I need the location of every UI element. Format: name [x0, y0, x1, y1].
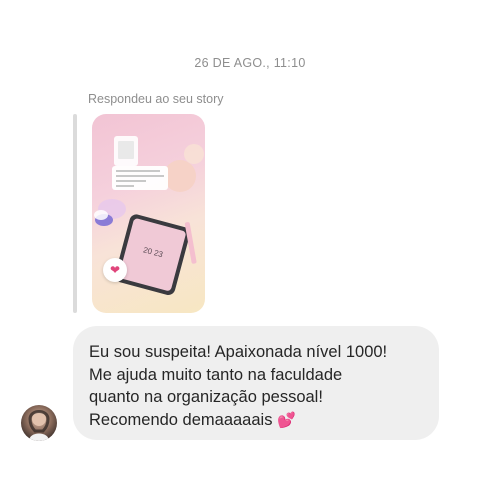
- story-image: 20 23: [94, 136, 204, 295]
- message-line-2: Me ajuda muito tanto na faculdade: [89, 365, 343, 384]
- reply-context-label: Respondeu ao seu story: [88, 92, 224, 106]
- message-timestamp: 26 DE AGO., 11:10: [194, 56, 306, 70]
- story-reaction-heart-icon: ❤: [103, 258, 127, 282]
- two-hearts-emoji-icon: 💕: [277, 410, 296, 429]
- avatar-photo: [28, 410, 50, 441]
- story-thumbnail[interactable]: 20 23: [92, 114, 205, 313]
- message-line-1: Eu sou suspeita! Apaixonada nível 1000!: [89, 343, 388, 361]
- message-bubble[interactable]: Eu sou suspeita! Apaixonada nível 1000! …: [73, 326, 439, 440]
- reply-indicator-bar: [73, 114, 77, 313]
- message-line-4: Recomendo demaaaaais 💕: [89, 409, 423, 432]
- message-line-4-text: Recomendo demaaaaais: [89, 410, 273, 429]
- sender-avatar[interactable]: [21, 405, 57, 441]
- message-line-3: quanto na organização pessoal!: [89, 388, 323, 406]
